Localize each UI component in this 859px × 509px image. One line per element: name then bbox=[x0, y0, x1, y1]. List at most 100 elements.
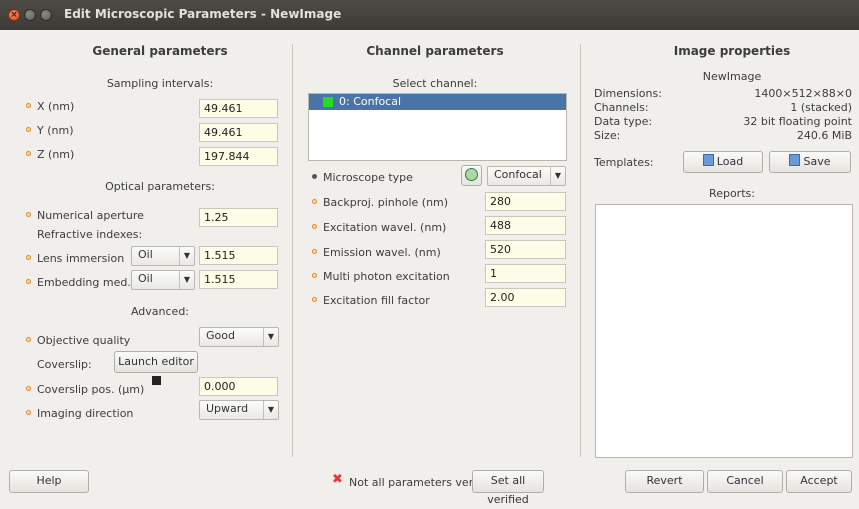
z-label: Z (nm) bbox=[37, 148, 75, 161]
launch-editor-button[interactable]: Launch editor bbox=[114, 351, 198, 385]
fill-factor-field[interactable]: 2.00 bbox=[485, 288, 566, 307]
channel-list-label: 0: Confocal bbox=[339, 95, 402, 108]
numerical-aperture-field[interactable]: 1.25 bbox=[199, 208, 278, 227]
chevron-down-icon: ▼ bbox=[179, 271, 194, 289]
param-status-icon bbox=[312, 224, 317, 229]
embedding-label: Embedding med. bbox=[37, 276, 131, 289]
fill-factor-label: Excitation fill factor bbox=[323, 294, 430, 307]
param-status-icon bbox=[312, 273, 317, 278]
save-icon bbox=[789, 154, 801, 166]
lens-immersion-field[interactable]: 1.515 bbox=[199, 246, 278, 265]
param-status-icon bbox=[26, 127, 31, 132]
param-status-icon bbox=[26, 103, 31, 108]
accept-label: Accept bbox=[800, 474, 838, 487]
channel-list[interactable]: 0: Confocal bbox=[308, 93, 567, 161]
excitation-field[interactable]: 488 bbox=[485, 216, 566, 235]
lens-immersion-label: Lens immersion bbox=[37, 252, 125, 265]
channels-value: 1 (stacked) bbox=[790, 101, 852, 114]
revert-label: Revert bbox=[646, 474, 683, 487]
microscope-type-label: Microscope type bbox=[323, 171, 413, 184]
data-type-label: Data type: bbox=[594, 115, 653, 128]
external-link-icon bbox=[151, 376, 161, 385]
size-label: Size: bbox=[594, 129, 621, 142]
dimensions-value: 1400×512×88×0 bbox=[754, 87, 852, 100]
x-label: X (nm) bbox=[37, 100, 75, 113]
column-divider bbox=[580, 44, 581, 457]
y-label: Y (nm) bbox=[37, 124, 74, 137]
excitation-label: Excitation wavel. (nm) bbox=[323, 221, 447, 234]
load-label: Load bbox=[716, 155, 744, 168]
multiphoton-field[interactable]: 1 bbox=[485, 264, 566, 283]
emission-label: Emission wavel. (nm) bbox=[323, 246, 441, 259]
channels-label: Channels: bbox=[594, 101, 649, 114]
coverslip-pos-label: Coverslip pos. (µm) bbox=[37, 383, 145, 396]
size-value: 240.6 MiB bbox=[796, 129, 852, 142]
y-field[interactable]: 49.461 bbox=[199, 123, 278, 142]
set-all-verified-button[interactable]: Set all verified bbox=[472, 470, 544, 506]
emission-field[interactable]: 520 bbox=[485, 240, 566, 259]
pinhole-field[interactable]: 280 bbox=[485, 192, 566, 211]
param-verified-icon bbox=[312, 174, 317, 179]
pinhole-label: Backproj. pinhole (nm) bbox=[323, 196, 449, 209]
lens-immersion-value: Oil bbox=[138, 248, 153, 261]
cancel-button[interactable]: Cancel bbox=[707, 470, 783, 493]
not-verified-icon: ✖ bbox=[332, 472, 343, 487]
imaging-direction-label: Imaging direction bbox=[37, 407, 134, 420]
param-status-icon bbox=[26, 279, 31, 284]
load-button[interactable]: Load bbox=[683, 151, 763, 173]
param-status-icon bbox=[312, 249, 317, 254]
sampling-header: Sampling intervals: bbox=[106, 77, 214, 90]
image-name: NewImage bbox=[702, 70, 762, 83]
chevron-down-icon: ▼ bbox=[263, 401, 278, 419]
column-divider bbox=[292, 44, 293, 457]
advanced-header: Advanced: bbox=[130, 305, 190, 318]
embedding-select[interactable]: Oil ▼ bbox=[131, 270, 195, 290]
channel-list-item[interactable]: 0: Confocal bbox=[309, 94, 566, 110]
minimize-window-icon[interactable] bbox=[24, 9, 36, 21]
copy-parameters-button[interactable] bbox=[461, 165, 482, 186]
coverslip-pos-field[interactable]: 0.000 bbox=[199, 377, 278, 396]
load-icon bbox=[702, 154, 714, 166]
copy-icon bbox=[465, 168, 478, 181]
chevron-down-icon: ▼ bbox=[179, 247, 194, 265]
close-window-icon[interactable]: × bbox=[8, 9, 20, 21]
maximize-window-icon[interactable] bbox=[40, 9, 52, 21]
param-status-icon bbox=[26, 337, 31, 342]
refractive-label: Refractive indexes: bbox=[37, 228, 143, 241]
param-status-icon bbox=[26, 151, 31, 156]
x-field[interactable]: 49.461 bbox=[199, 99, 278, 118]
image-header: Image properties bbox=[673, 44, 791, 58]
chevron-down-icon: ▼ bbox=[263, 328, 278, 346]
accept-button[interactable]: Accept bbox=[786, 470, 852, 493]
na-label: Numerical aperture bbox=[37, 209, 144, 222]
param-status-icon bbox=[26, 212, 31, 217]
optical-header: Optical parameters: bbox=[105, 180, 215, 193]
dimensions-label: Dimensions: bbox=[594, 87, 662, 100]
embedding-field[interactable]: 1.515 bbox=[199, 270, 278, 289]
save-label: Save bbox=[803, 155, 831, 168]
save-button[interactable]: Save bbox=[769, 151, 851, 173]
param-status-icon bbox=[26, 386, 31, 391]
revert-button[interactable]: Revert bbox=[625, 470, 704, 493]
help-button[interactable]: Help bbox=[9, 470, 89, 493]
reports-label: Reports: bbox=[709, 187, 755, 200]
embedding-value: Oil bbox=[138, 272, 153, 285]
title-bar: × Edit Microscopic Parameters - NewImage bbox=[0, 0, 859, 30]
general-header: General parameters bbox=[92, 44, 228, 58]
z-field[interactable]: 197.844 bbox=[199, 147, 278, 166]
lens-immersion-select[interactable]: Oil ▼ bbox=[131, 246, 195, 266]
imaging-direction-select[interactable]: Upward ▼ bbox=[199, 400, 279, 420]
channel-color-icon bbox=[323, 97, 333, 107]
chevron-down-icon: ▼ bbox=[550, 167, 565, 185]
microscope-type-value: Confocal bbox=[494, 168, 542, 181]
imaging-direction-value: Upward bbox=[206, 402, 249, 415]
microscope-type-select[interactable]: Confocal ▼ bbox=[487, 166, 566, 186]
param-status-icon bbox=[312, 199, 317, 204]
objective-quality-value: Good bbox=[206, 329, 235, 342]
reports-area[interactable] bbox=[595, 204, 853, 458]
multiphoton-label: Multi photon excitation bbox=[323, 270, 450, 283]
data-type-value: 32 bit floating point bbox=[743, 115, 852, 128]
window-title: Edit Microscopic Parameters - NewImage bbox=[64, 7, 342, 21]
select-channel-label: Select channel: bbox=[392, 77, 478, 90]
objective-quality-select[interactable]: Good ▼ bbox=[199, 327, 279, 347]
